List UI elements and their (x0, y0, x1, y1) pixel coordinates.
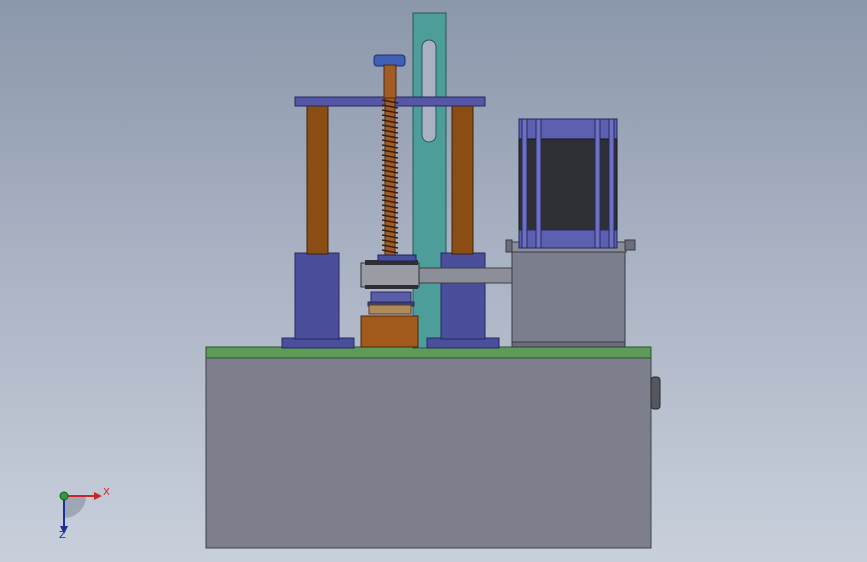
stepper-motor-endcap-top[interactable] (518, 118, 618, 140)
base-housing[interactable] (205, 356, 652, 549)
orientation-triad[interactable]: X Z (50, 482, 120, 544)
right-column-sleeve[interactable] (440, 252, 486, 340)
motor-rib-right-1 (594, 118, 601, 249)
triad-shadow (64, 496, 86, 518)
pulley-housing[interactable] (360, 262, 420, 288)
coupling-ring[interactable] (368, 304, 412, 315)
motor-mount[interactable] (511, 249, 626, 347)
x-axis-arrow (94, 492, 102, 500)
y-axis-dot (59, 491, 69, 501)
guide-rail-slot (421, 39, 437, 143)
base-top-plate[interactable] (205, 346, 652, 359)
x-axis-label: X (103, 487, 110, 498)
assembly-model[interactable] (0, 0, 867, 562)
pulley-band-bottom (365, 285, 418, 289)
motor-rib-left-2 (535, 118, 542, 249)
cad-viewport[interactable]: X Z (0, 0, 867, 562)
motor-rib-right-2 (608, 118, 615, 249)
motor-rib-left-1 (521, 118, 528, 249)
screw-knob-neck (383, 64, 397, 99)
stepper-motor-body[interactable] (518, 138, 618, 232)
left-column-sleeve[interactable] (294, 252, 340, 340)
stepper-motor-endcap-bottom[interactable] (518, 229, 618, 249)
side-knob[interactable] (650, 376, 661, 410)
pulley-base-collar (377, 254, 417, 262)
lead-screw[interactable] (381, 97, 399, 257)
coupling-upper[interactable] (370, 291, 412, 303)
bearing-block[interactable] (360, 315, 419, 348)
left-guide-rod[interactable] (306, 105, 329, 255)
motor-mount-tab[interactable] (624, 239, 636, 251)
z-axis-label: Z (59, 530, 66, 541)
screw-knob[interactable] (373, 54, 406, 67)
motor-mount-foot (511, 341, 626, 348)
right-guide-rod[interactable] (451, 105, 474, 255)
mount-left-clip (505, 239, 513, 253)
